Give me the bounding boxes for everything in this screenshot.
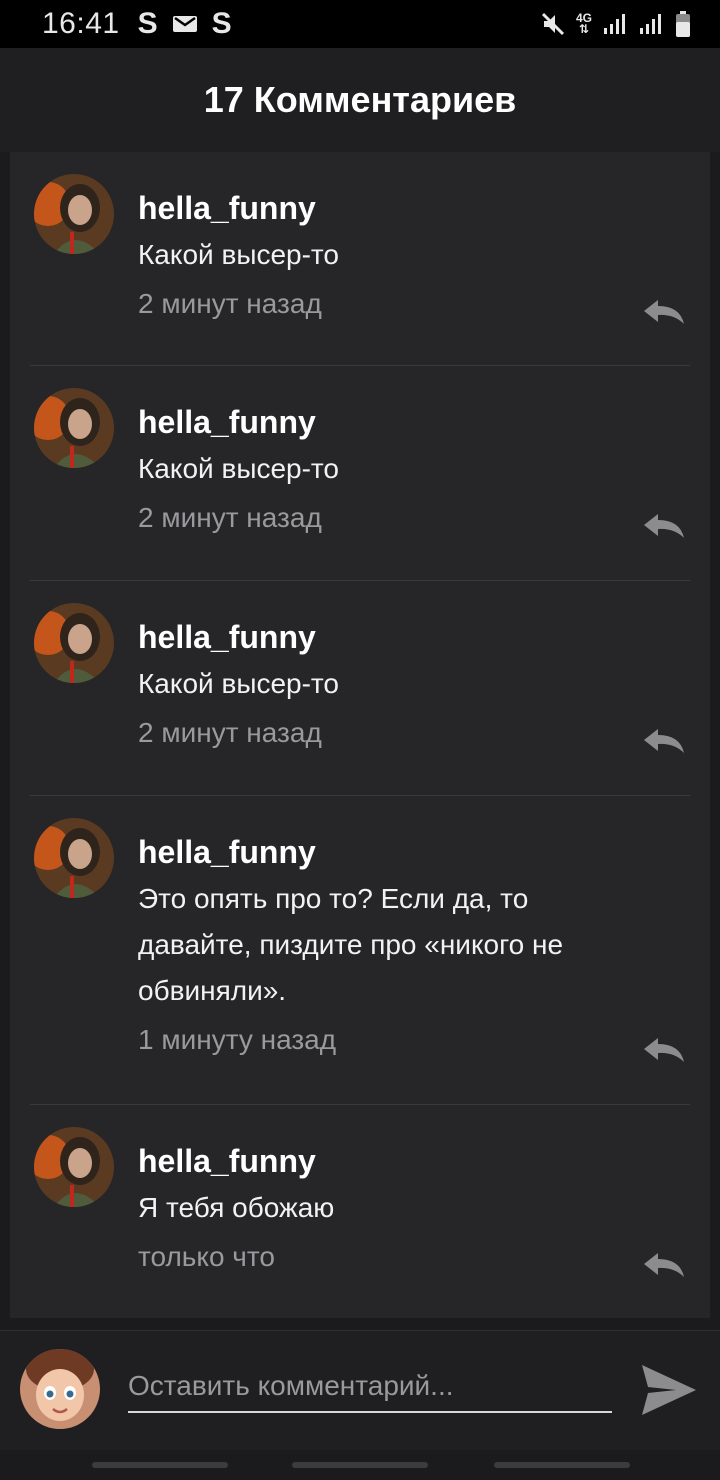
comment-text-line: обвиняли». [138,975,287,1006]
comment-text: Это опять про то? Если да, то давайте, п… [138,876,690,1014]
reply-icon[interactable] [642,298,686,326]
s-app-notification-icon: S [137,7,158,40]
comment-item: hella_funny Какой высер-то 2 минут назад [10,581,710,796]
comment-text: Какой высер-то [138,668,339,699]
avatar[interactable] [34,1127,114,1207]
nav-back-handle[interactable] [494,1462,630,1468]
avatar[interactable] [34,603,114,683]
notification-icons: S S [138,7,232,41]
reply-icon[interactable] [642,1036,686,1064]
comment-item: hella_funny Это опять про то? Если да, т… [10,796,710,1105]
comment-input[interactable] [128,1361,612,1413]
my-avatar[interactable] [20,1349,100,1429]
comments-header: 17 Комментариев [0,48,720,152]
status-time: 16:41 [42,7,120,40]
comment-username[interactable]: hella_funny [138,617,690,657]
battery-icon [676,11,690,37]
comment-item: hella_funny Какой высер-то 2 минут назад [10,152,710,366]
signal-icon-2 [640,14,661,34]
send-icon [642,1365,696,1415]
comment-timestamp: 2 минут назад [138,288,322,319]
network-type: 4G ⇅ [575,11,592,36]
avatar[interactable] [34,174,114,254]
reply-icon[interactable] [642,512,686,540]
reply-icon[interactable] [642,727,686,755]
comment-text: Какой высер-то [138,239,339,270]
comment-timestamp: 2 минут назад [138,502,322,533]
comment-compose-bar [0,1330,720,1450]
nav-recent-handle[interactable] [92,1462,228,1468]
mail-icon [172,16,197,32]
comment-text-line: Это опять про то? Если да, то [138,883,529,914]
comment-timestamp: 2 минут назад [138,717,322,748]
system-nav-bar [0,1450,720,1480]
send-button[interactable] [640,1361,698,1419]
status-bar: 16:41 S S 4G ⇅ [0,0,720,48]
comment-timestamp: только что [138,1241,275,1272]
comment-username[interactable]: hella_funny [138,402,690,442]
signal-icon [604,14,625,34]
comment-list[interactable]: hella_funny Какой высер-то 2 минут назад… [10,152,710,1318]
mute-icon [541,12,565,36]
comment-username[interactable]: hella_funny [138,832,690,872]
reply-icon[interactable] [642,1251,686,1279]
avatar[interactable] [34,388,114,468]
comment-text-line: давайте, пиздите про «никого не [138,929,564,960]
avatar[interactable] [34,818,114,898]
nav-home-handle[interactable] [292,1462,428,1468]
comment-username[interactable]: hella_funny [138,1141,690,1181]
comment-item: hella_funny Какой высер-то 2 минут назад [10,366,710,581]
comment-text: Какой высер-то [138,453,339,484]
s-app-notification-icon: S [211,7,232,40]
comment-timestamp: 1 минуту назад [138,1024,337,1055]
comment-text: Я тебя обожаю [138,1192,335,1223]
comment-item: hella_funny Я тебя обожаю только что [10,1105,710,1318]
system-icons: 4G ⇅ [540,10,692,38]
page-title: 17 Комментариев [203,79,517,120]
comment-username[interactable]: hella_funny [138,188,690,228]
